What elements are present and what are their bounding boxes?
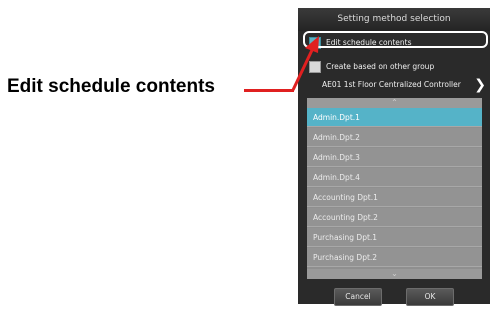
scroll-up-button[interactable]: ⌃ — [307, 98, 482, 108]
controller-selector[interactable]: AE01 1st Floor Centralized Controller ❯ — [307, 76, 490, 94]
cancel-button[interactable]: Cancel — [334, 288, 382, 306]
controller-label: AE01 1st Floor Centralized Controller — [322, 80, 461, 89]
ok-button[interactable]: OK — [406, 288, 454, 306]
list-item[interactable]: Purchasing Dpt.2 — [307, 248, 482, 267]
list-item[interactable]: Admin.Dpt.2 — [307, 128, 482, 147]
chevron-down-icon: ⌄ — [391, 269, 398, 278]
list-item[interactable]: Admin.Dpt.3 — [307, 148, 482, 167]
list-item[interactable]: Accounting Dpt.2 — [307, 208, 482, 227]
option-create-based-on-group-label: Create based on other group — [326, 62, 435, 71]
checkbox-create-based-on-group[interactable] — [309, 61, 321, 73]
highlight-box — [303, 31, 488, 48]
dialog-title: Setting method selection — [298, 8, 490, 31]
group-list: ⌃ Admin.Dpt.1 Admin.Dpt.2 Admin.Dpt.3 Ad… — [307, 98, 482, 279]
scroll-down-button[interactable]: ⌄ — [307, 269, 482, 279]
callout-label: Edit schedule contents — [7, 76, 215, 97]
list-item[interactable]: Purchasing Dpt.1 — [307, 228, 482, 247]
chevron-right-icon[interactable]: ❯ — [474, 76, 486, 94]
list-item[interactable]: Accounting Dpt.1 — [307, 188, 482, 207]
callout-line — [244, 89, 294, 92]
chevron-up-icon: ⌃ — [391, 98, 398, 107]
list-item[interactable]: Admin.Dpt.4 — [307, 168, 482, 187]
option-create-based-on-group[interactable]: Create based on other group — [307, 59, 485, 75]
setting-method-dialog: Setting method selection Edit schedule c… — [298, 8, 490, 306]
list-item[interactable]: Admin.Dpt.1 — [307, 108, 482, 127]
